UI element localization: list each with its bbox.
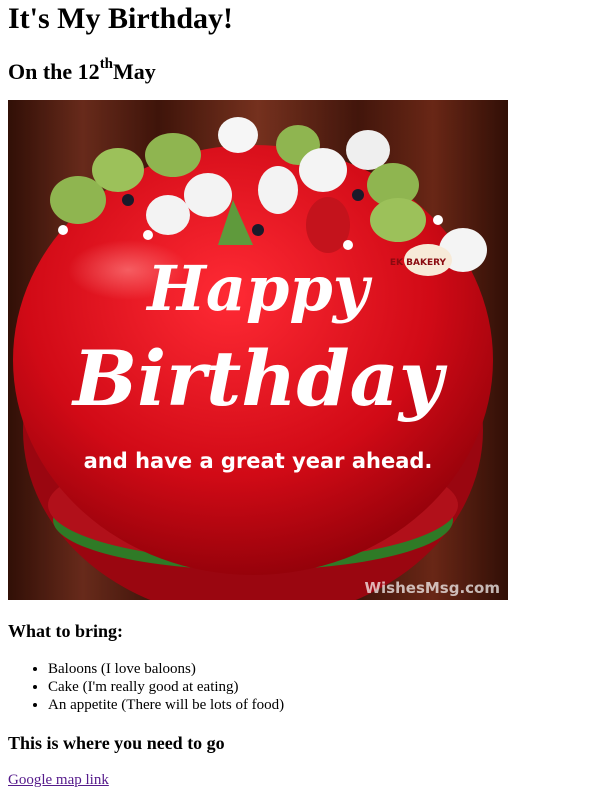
bring-list: Baloons (I love baloons) Cake (I'm reall… (8, 660, 598, 714)
cake-text-happy: Happy (145, 252, 372, 325)
cake-text-wish: and have a great year ahead. (84, 449, 433, 473)
list-item: Baloons (I love baloons) (48, 660, 598, 678)
date-suffix: th (99, 55, 114, 72)
watermark: WishesMsg.com (364, 579, 500, 597)
birthday-cake-image: EK BAKERY Happy Birthday and have a grea… (8, 100, 508, 600)
cake-text-birthday: Birthday (71, 334, 448, 423)
bring-title: What to bring: (8, 621, 124, 641)
bakery-plaque: EK BAKERY (390, 258, 447, 268)
list-item: An appetite (There will be lots of food) (48, 696, 598, 714)
date-heading: On the 12thMay (8, 55, 598, 86)
date-month: May (113, 59, 156, 84)
location-title: This is where you need to go (8, 733, 225, 753)
google-map-link[interactable]: Google map link (8, 772, 109, 789)
list-item: Cake (I'm really good at eating) (48, 678, 598, 696)
date-prefix: On the 12 (8, 59, 100, 84)
page-title: It's My Birthday! (8, 2, 233, 35)
